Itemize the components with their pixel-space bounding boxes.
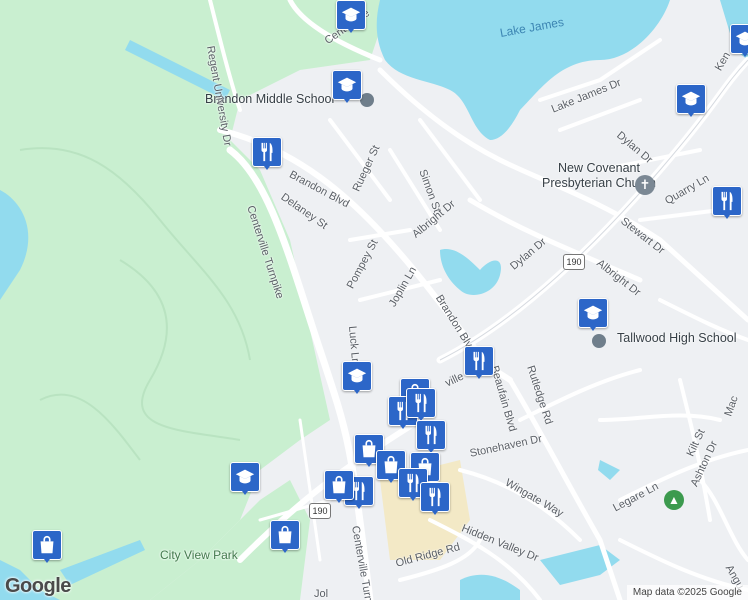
school-pin-brandon[interactable] <box>332 70 362 106</box>
school-pin-right[interactable] <box>676 84 706 120</box>
school-pin-tallwood[interactable] <box>578 298 608 334</box>
graduation-cap-icon <box>681 91 701 106</box>
fork-knife-icon <box>473 351 485 371</box>
shopping-pin-cluster-5[interactable] <box>324 470 354 506</box>
graduation-cap-icon <box>235 469 255 484</box>
jol-label: Jol <box>314 588 329 600</box>
shopping-pin-cityview[interactable] <box>270 520 300 556</box>
fork-knife-icon <box>721 191 733 211</box>
fork-knife-icon <box>429 487 441 507</box>
map-base-layer <box>0 0 748 600</box>
restaurant-pin-centerville[interactable] <box>252 137 282 173</box>
church-icon[interactable]: ✝ <box>635 175 655 195</box>
graduation-cap-icon <box>583 305 603 320</box>
restaurant-pin-brandon-blvd[interactable] <box>464 346 494 382</box>
school-pin-topright[interactable] <box>730 24 748 60</box>
school-pin-top[interactable] <box>336 0 366 36</box>
restaurant-pin-cluster-2[interactable] <box>406 388 436 424</box>
graduation-cap-icon <box>337 77 357 92</box>
school-dot-icon-2 <box>592 334 606 348</box>
school-pin-cityview[interactable] <box>230 462 260 498</box>
restaurant-pin-cluster-3[interactable] <box>416 420 446 456</box>
fork-knife-icon <box>415 393 427 413</box>
shopping-bag-icon <box>40 535 54 554</box>
tallwood-high-school-label[interactable]: Tallwood High School <box>617 331 737 345</box>
map-canvas[interactable]: Lake James Brandon Middle School New Cov… <box>0 0 748 600</box>
fork-knife-icon <box>425 425 437 445</box>
map-attribution: Map data ©2025 Google <box>626 585 748 600</box>
graduation-cap-icon <box>341 7 361 22</box>
fork-knife-icon <box>261 142 273 162</box>
city-view-park-label[interactable]: City View Park <box>160 548 238 562</box>
graduation-cap-icon <box>347 368 367 383</box>
graduation-cap-icon <box>735 31 748 46</box>
park-tree-icon[interactable]: ▲ <box>664 490 684 510</box>
shopping-pin-left[interactable] <box>32 530 62 566</box>
school-pin-luck[interactable] <box>342 361 372 397</box>
route-190-shield: 190 <box>563 254 585 270</box>
shopping-bag-icon <box>278 525 292 544</box>
restaurant-pin-right[interactable] <box>712 186 742 222</box>
school-dot-icon <box>360 93 374 107</box>
shopping-bag-icon <box>332 475 346 494</box>
google-logo: Google <box>5 575 71 597</box>
restaurant-pin-cluster-6[interactable] <box>420 482 450 518</box>
